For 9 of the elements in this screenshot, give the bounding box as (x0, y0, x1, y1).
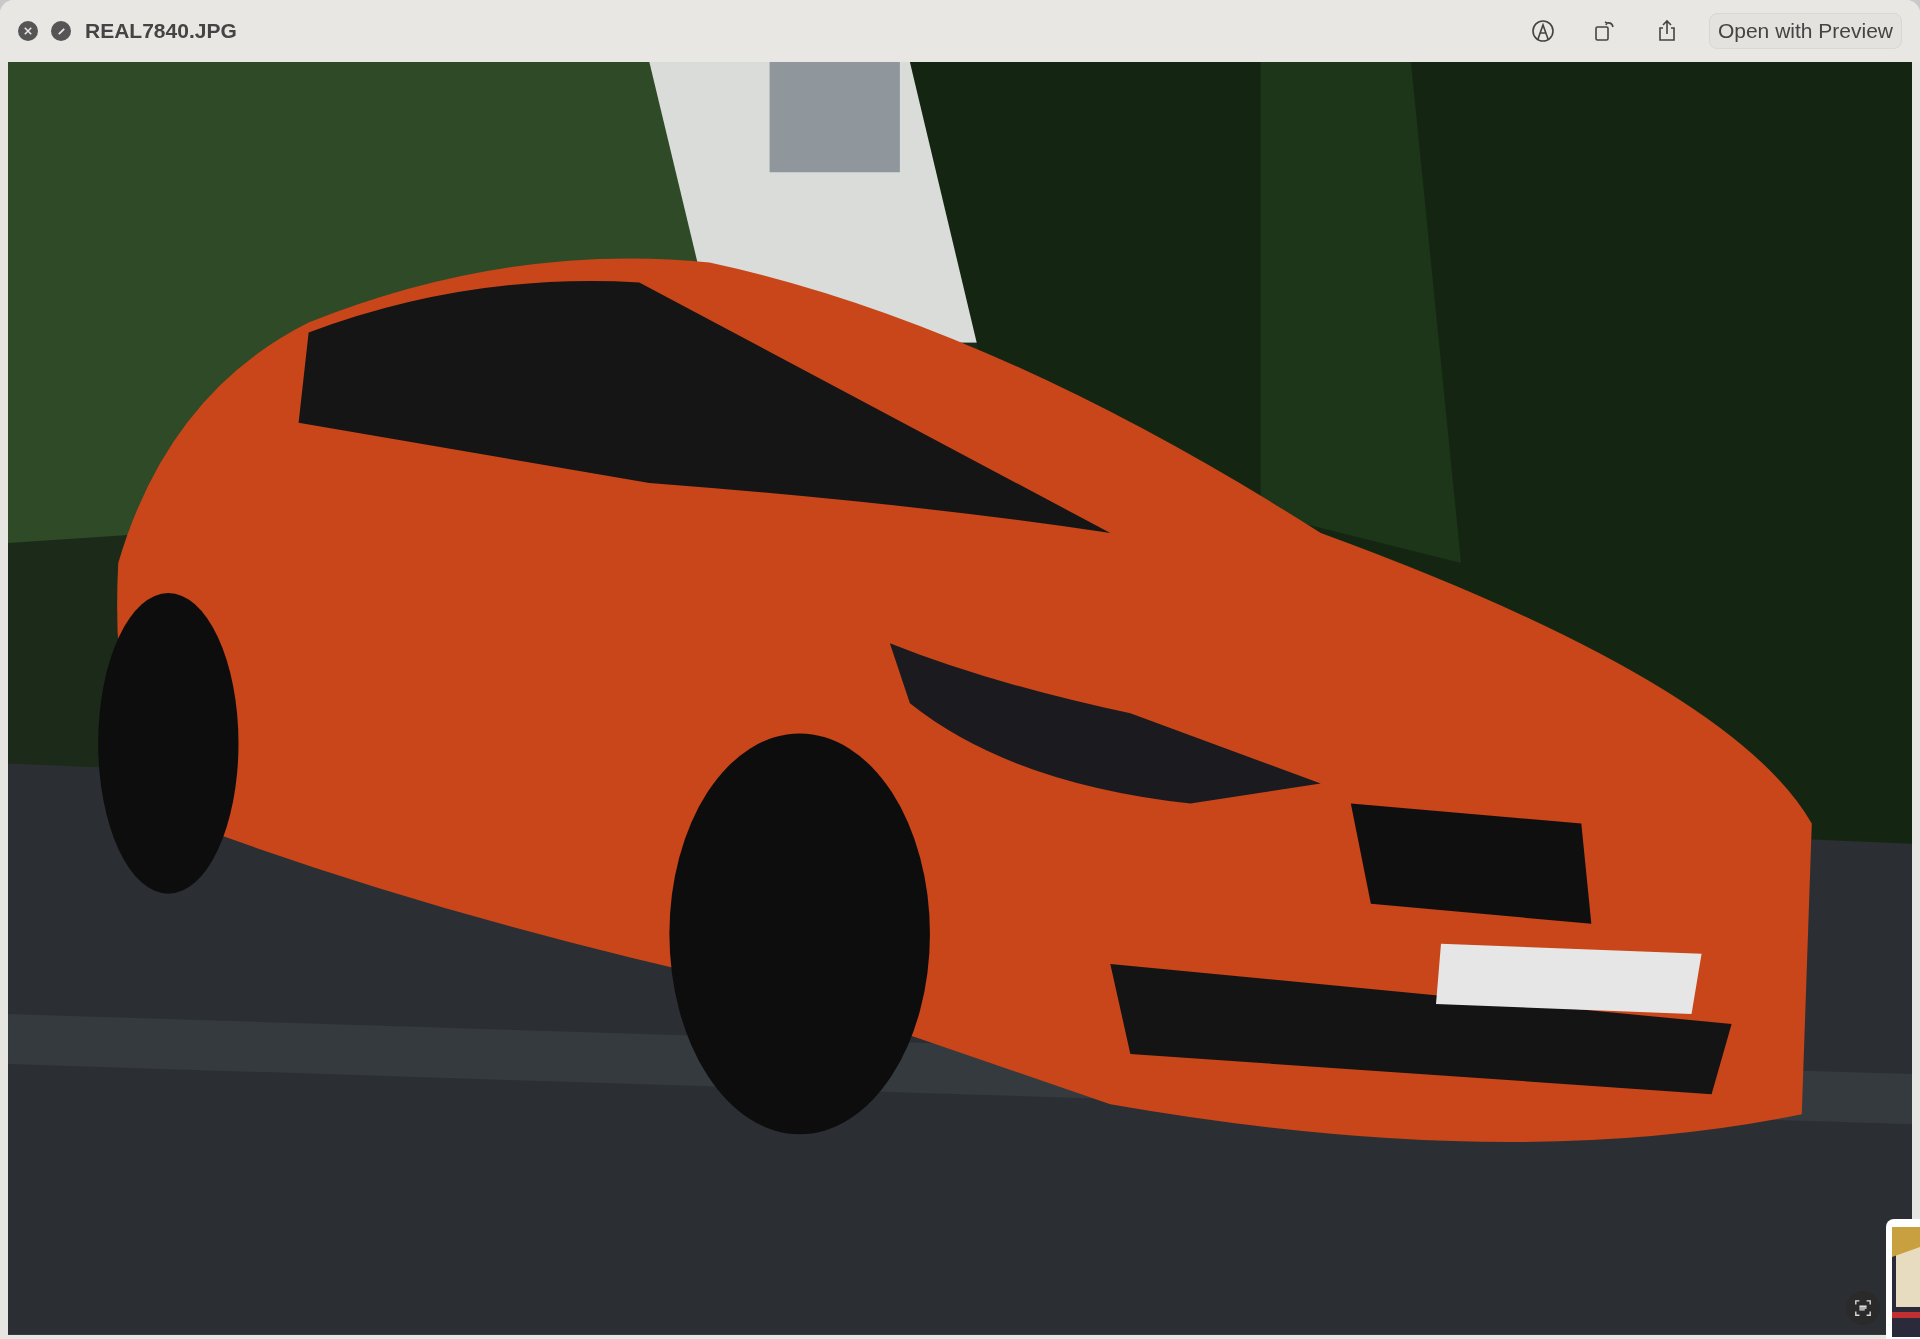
window-title: REAL7840.JPG (85, 18, 237, 45)
live-text-icon (1854, 1299, 1872, 1317)
rotate-icon (1592, 19, 1617, 44)
markup-icon (1530, 19, 1555, 44)
close-icon (24, 27, 32, 36)
full-screen-button[interactable] (51, 21, 71, 42)
full-screen-icon (56, 26, 66, 36)
close-button[interactable] (18, 21, 38, 42)
open-with-preview-button[interactable]: Open with Preview (1708, 13, 1902, 50)
